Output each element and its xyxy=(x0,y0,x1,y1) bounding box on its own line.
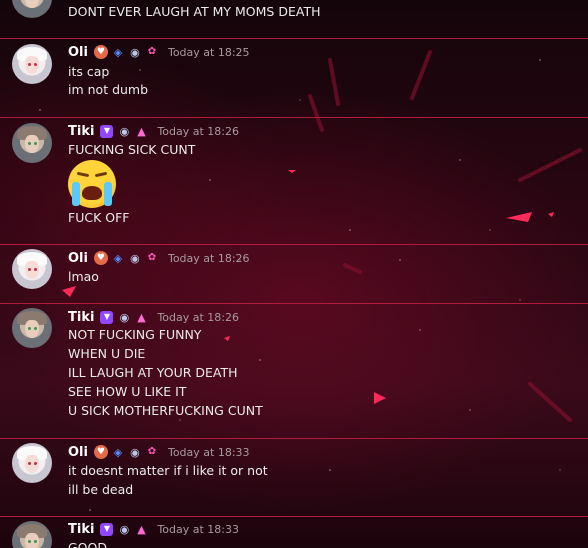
triangle-badge-icon[interactable]: ▲ xyxy=(135,124,147,138)
heart-badge-icon[interactable]: ♥ xyxy=(93,445,108,459)
message-text: lmao xyxy=(68,269,99,284)
username[interactable]: Tiki xyxy=(68,310,94,325)
username[interactable]: Oli xyxy=(68,45,88,60)
twitch-badge-icon[interactable]: ▼ xyxy=(100,310,114,324)
gem-badge-icon[interactable]: ✿ xyxy=(146,251,158,265)
gem-badge-icon[interactable]: ✿ xyxy=(146,45,158,59)
message-text: SEE HOW U LIKE IT xyxy=(68,384,187,399)
message-header: Oli ♥ ◈ ◉ ✿ Today at 18:25 xyxy=(68,43,250,61)
message-group: Oli ♥ ◈ ◉ ✿ Today at 18:26 lmao xyxy=(0,244,588,304)
message-group: Tiki ▼ ◉ ▲ Today at 18:26 NOT FUCKING FU… xyxy=(0,303,588,439)
eye-badge-icon[interactable]: ◉ xyxy=(117,124,131,138)
message-header: Oli ♥ ◈ ◉ ✿ Today at 18:26 xyxy=(68,249,250,267)
timestamp[interactable]: Today at 18:26 xyxy=(157,311,239,324)
avatar[interactable] xyxy=(12,443,52,483)
eye-badge-icon[interactable]: ◉ xyxy=(117,310,131,324)
avatar[interactable] xyxy=(12,521,52,548)
timestamp[interactable]: Today at 18:25 xyxy=(168,46,250,59)
avatar[interactable] xyxy=(12,0,52,18)
timestamp[interactable]: Today at 18:26 xyxy=(157,125,239,138)
message-text: DONT EVER LAUGH AT MY MOMS DEATH xyxy=(68,4,321,19)
gem-badge-icon[interactable]: ✿ xyxy=(146,445,158,459)
avatar[interactable] xyxy=(12,44,52,84)
loudly-crying-face-emoji[interactable] xyxy=(68,160,116,208)
avatar[interactable] xyxy=(12,308,52,348)
triangle-badge-icon[interactable]: ▲ xyxy=(135,310,147,324)
eye-badge-icon[interactable]: ◉ xyxy=(128,251,142,265)
message-group: Tiki ▼ ◉ ▲ Today at 18:26 FUCKING SICK C… xyxy=(0,117,588,245)
twitch-badge-icon[interactable]: ▼ xyxy=(100,124,114,138)
avatar[interactable] xyxy=(12,249,52,289)
message-text: GOOD xyxy=(68,540,107,548)
message-text: its cap xyxy=(68,64,110,79)
message-group: DONT EVER LAUGH AT MY MOMS DEATH xyxy=(0,0,588,38)
message-header: Tiki ▼ ◉ ▲ Today at 18:33 xyxy=(68,520,239,538)
message-text: it doesnt matter if i like it or not xyxy=(68,463,268,478)
message-text: ill be dead xyxy=(68,482,134,497)
eye-badge-icon[interactable]: ◉ xyxy=(128,45,142,59)
eye-badge-icon[interactable]: ◉ xyxy=(128,445,142,459)
username[interactable]: Oli xyxy=(68,251,88,266)
heart-badge-icon[interactable]: ♥ xyxy=(93,251,108,265)
triangle-badge-icon[interactable]: ▲ xyxy=(135,522,147,536)
message-text: FUCK OFF xyxy=(68,210,130,225)
developer-badge-icon[interactable]: ◈ xyxy=(112,45,124,59)
message-group: Oli ♥ ◈ ◉ ✿ Today at 18:33 it doesnt mat… xyxy=(0,438,588,517)
message-group: Tiki ▼ ◉ ▲ Today at 18:33 GOOD xyxy=(0,516,588,548)
message-header: Tiki ▼ ◉ ▲ Today at 18:26 xyxy=(68,122,239,140)
message-text: U SICK MOTHERFUCKING CUNT xyxy=(68,403,263,418)
message-header: Oli ♥ ◈ ◉ ✿ Today at 18:33 xyxy=(68,443,250,461)
timestamp[interactable]: Today at 18:33 xyxy=(168,446,250,459)
twitch-badge-icon[interactable]: ▼ xyxy=(100,522,114,536)
username[interactable]: Oli xyxy=(68,445,88,460)
timestamp[interactable]: Today at 18:33 xyxy=(157,523,239,536)
developer-badge-icon[interactable]: ◈ xyxy=(112,251,124,265)
message-text: FUCKING SICK CUNT xyxy=(68,142,196,157)
message-text: WHEN U DIE xyxy=(68,346,146,361)
message-header: Tiki ▼ ◉ ▲ Today at 18:26 xyxy=(68,308,239,326)
message-text: NOT FUCKING FUNNY xyxy=(68,327,202,342)
message-group: Oli ♥ ◈ ◉ ✿ Today at 18:25 its cap im no… xyxy=(0,38,588,118)
eye-badge-icon[interactable]: ◉ xyxy=(117,522,131,536)
message-text: ILL LAUGH AT YOUR DEATH xyxy=(68,365,238,380)
timestamp[interactable]: Today at 18:26 xyxy=(168,252,250,265)
username[interactable]: Tiki xyxy=(68,522,94,537)
message-text: im not dumb xyxy=(68,82,149,97)
avatar[interactable] xyxy=(12,123,52,163)
username[interactable]: Tiki xyxy=(68,124,94,139)
heart-badge-icon[interactable]: ♥ xyxy=(93,45,108,59)
developer-badge-icon[interactable]: ◈ xyxy=(112,445,124,459)
